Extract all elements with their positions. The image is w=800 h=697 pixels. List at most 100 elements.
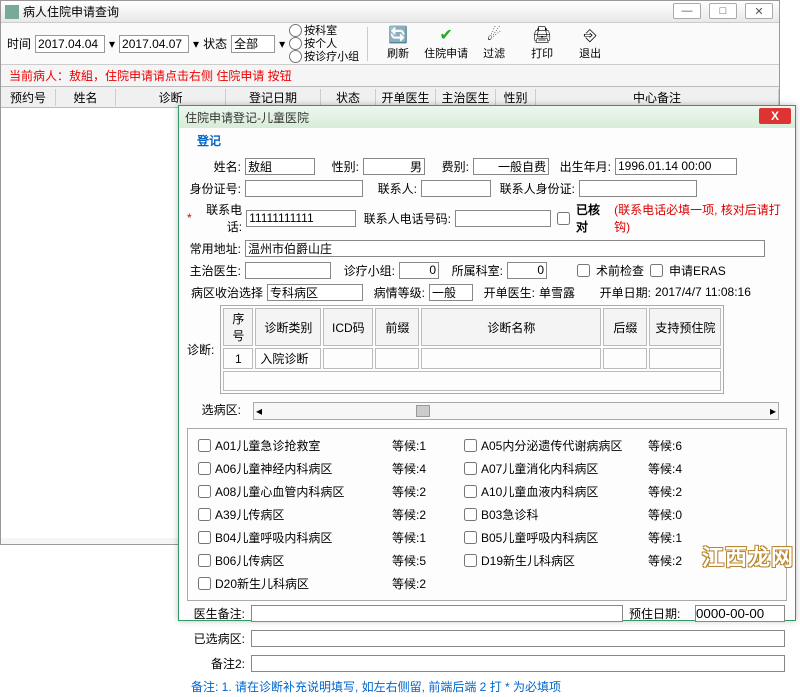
ward-select-input[interactable] [267,284,363,301]
phone-input[interactable] [246,210,356,227]
ward-checkbox[interactable] [464,439,477,452]
dept-input[interactable] [507,262,547,279]
addr-input[interactable] [245,240,765,257]
ward-item[interactable]: A01儿童急诊抢救室 [198,437,378,454]
diag-table[interactable]: 序号 诊断类别 ICD码 前缀 诊断名称 后缀 支持预住院 1 入院诊断 [220,305,724,394]
ward-item[interactable]: B06儿传病区 [198,552,378,569]
ward-item[interactable]: A39儿传病区 [198,506,378,523]
eras-checkbox[interactable] [650,264,663,277]
ward-item[interactable]: A10儿童血液内科病区 [464,483,634,500]
ward-item[interactable]: A05内分泌遗传代谢病病区 [464,437,634,454]
scroll-thumb[interactable] [416,405,430,417]
state-select[interactable] [231,35,275,53]
ward-name: A01儿童急诊抢救室 [215,437,320,454]
cond-input[interactable] [429,284,473,301]
idno-input[interactable] [245,180,363,197]
ward-item[interactable]: B03急诊科 [464,506,634,523]
ward-wait: 等候:2 [392,506,450,523]
sex-label: 性别: [319,158,359,175]
ward-item[interactable]: A07儿童消化内科病区 [464,460,634,477]
ward-checkbox[interactable] [198,462,211,475]
selected-ward-input[interactable] [251,630,785,647]
select-ward-label: 选病区: [187,401,241,418]
print-button[interactable]: 🖨打印 [520,27,564,61]
docnote-input[interactable] [251,605,623,622]
ward-checkbox[interactable] [198,531,211,544]
fee-label: 费别: [429,158,469,175]
radio-team[interactable] [289,50,302,63]
ward-checkbox[interactable] [198,508,211,521]
contact-id-input[interactable] [579,180,697,197]
preop-label: 术前检查 [596,262,644,279]
printer-icon: 🖨 [532,27,552,45]
col-maindoc: 主治医生 [436,89,496,106]
exit-icon: ⎆ [584,27,597,45]
ward-checkbox[interactable] [464,485,477,498]
status-line: 当前病人：敖組，住院申请请点击右侧 住院申请 按钮 [1,65,779,86]
radio-person[interactable] [289,37,302,50]
ward-checkbox[interactable] [464,531,477,544]
phone2-input[interactable] [455,210,551,227]
orderdate-label: 开单日期: [593,284,651,301]
eras-label: 申请ERAS [669,262,726,279]
ward-item[interactable]: A06儿童神经内科病区 [198,460,378,477]
refresh-icon: 🔄 [388,27,408,45]
date-from-input[interactable] [35,35,105,53]
ward-wait: 等候:0 [648,506,704,523]
diag-row[interactable]: 1 入院诊断 [223,348,721,369]
ward-name: A10儿童血液内科病区 [481,483,598,500]
ward-item[interactable]: B04儿童呼吸内科病区 [198,529,378,546]
ward-wait: 等候:2 [648,483,704,500]
ward-name: A08儿童心血管内科病区 [215,483,344,500]
ward-name: A05内分泌遗传代谢病病区 [481,437,622,454]
ward-wait: 等候:5 [392,552,450,569]
ward-wait: 等候:4 [648,460,704,477]
ward-item[interactable]: B05儿童呼吸内科病区 [464,529,634,546]
sex-input[interactable] [363,158,425,175]
predate-input[interactable] [695,605,785,622]
maindoc-input[interactable] [245,262,331,279]
close-button[interactable]: ✕ [745,3,773,19]
ward-select-label: 病区收治选择 [187,284,263,301]
ward-name: A07儿童消化内科病区 [481,460,598,477]
minimize-button[interactable]: — [673,3,701,19]
ward-name: B04儿童呼吸内科病区 [215,529,332,546]
ward-item[interactable]: D20新生儿科病区 [198,575,378,592]
ward-checkbox[interactable] [464,508,477,521]
ward-item[interactable]: D19新生儿科病区 [464,552,634,569]
radio-dept[interactable] [289,24,302,37]
state-label: 状态 [203,35,227,52]
contact-id-label: 联系人身份证: [495,180,575,197]
team-input[interactable] [399,262,439,279]
ward-wait: 等候:6 [648,437,704,454]
ward-checkbox[interactable] [464,462,477,475]
ward-wait: 等候:1 [648,529,704,546]
window-titlebar: 病人住院申请查询 — □ ✕ [1,1,779,23]
verified-checkbox[interactable] [557,212,570,225]
maximize-button[interactable]: □ [709,3,737,19]
diag-row-empty[interactable] [223,371,721,391]
ward-checkbox[interactable] [198,577,211,590]
ward-item[interactable]: A08儿童心血管内科病区 [198,483,378,500]
contact-input[interactable] [421,180,491,197]
exit-button[interactable]: ⎆退出 [568,27,612,61]
ward-scrollbar[interactable]: ◂ ▸ [253,402,779,420]
name-input[interactable] [245,158,315,175]
fee-input[interactable] [473,158,549,175]
ward-checkbox[interactable] [198,554,211,567]
ward-checkbox[interactable] [198,485,211,498]
phone2-label: 联系人电话号码: [360,210,451,227]
dept-label: 所属科室: [443,262,503,279]
apply-button[interactable]: ✔住院申请 [424,27,468,61]
birth-input[interactable] [615,158,737,175]
filter-button[interactable]: ☄过滤 [472,27,516,61]
ward-checkbox[interactable] [198,439,211,452]
ward-wait: 等候:1 [392,529,450,546]
ward-wait: 等候:2 [392,575,450,592]
preop-checkbox[interactable] [577,264,590,277]
note2-input[interactable] [251,655,785,672]
refresh-button[interactable]: 🔄刷新 [376,27,420,61]
dialog-close-button[interactable]: X [759,108,791,124]
date-to-input[interactable] [119,35,189,53]
ward-checkbox[interactable] [464,554,477,567]
